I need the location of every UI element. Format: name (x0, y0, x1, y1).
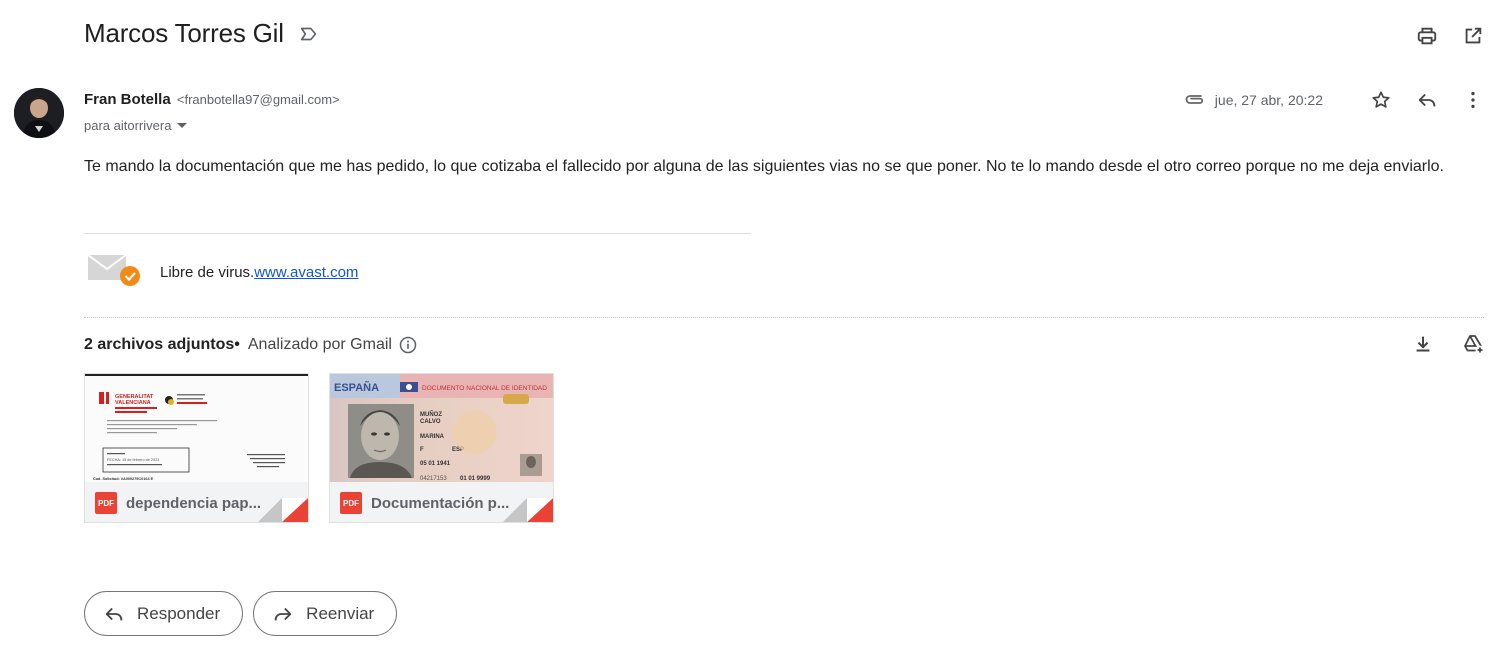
email-body: Te mando la documentación que me has ped… (84, 158, 1444, 175)
print-icon[interactable] (1415, 24, 1439, 48)
thumb-sex: F (420, 447, 424, 453)
attachments-scan-label: Analizado por Gmail (247, 336, 392, 353)
email-subject: Marcos Torres Gil (84, 18, 284, 48)
sender-email: <franbotella97@gmail.com> (176, 92, 340, 107)
sender-name[interactable]: Fran Botella (84, 91, 171, 108)
thumb-birth: 05 01 1941 (420, 461, 451, 467)
top-actions (1415, 24, 1485, 48)
avast-text: Libre de virus. (160, 264, 255, 281)
thumb-surname1: MUÑOZ (420, 411, 442, 418)
thumb-surname2: CALVO (420, 419, 441, 425)
download-icon[interactable] (1411, 332, 1435, 356)
attachments-divider (84, 317, 1484, 318)
signature-divider (84, 233, 751, 234)
star-icon[interactable] (1369, 88, 1393, 112)
attachments-header: 2 archivos adjuntos • Analizado por Gmai… (84, 335, 418, 355)
email-date[interactable]: jue, 27 abr, 20:22 (1215, 92, 1323, 108)
add-to-drive-icon[interactable] (1461, 332, 1485, 356)
attachments-count: 2 archivos adjuntos (84, 336, 235, 353)
attachment-thumbnail: ESPAÑA DOCUMENTO NACIONAL DE IDENTIDAD M… (330, 374, 553, 482)
attachment-card[interactable]: ESPAÑA DOCUMENTO NACIONAL DE IDENTIDAD M… (329, 373, 554, 523)
avast-mail-icon (87, 252, 143, 288)
attachment-thumbnail: GENERALITAT VALENCIANA FECHA: 15 de febr… (85, 374, 308, 482)
label-icon[interactable] (298, 23, 320, 45)
thumb-date: FECHA: 15 de febrero de 2023 (107, 458, 159, 462)
page-fold-icon (258, 498, 308, 522)
forward-button[interactable]: Reenviar (253, 591, 398, 636)
more-vert-icon[interactable] (1461, 88, 1485, 112)
subject-row: Marcos Torres Gil (84, 18, 320, 49)
thumb-footer: Cod. Solicitud: #A009275C0164 E (93, 477, 154, 481)
attachment-name: dependencia pap... (126, 494, 262, 512)
thumb-country: ESPAÑA (334, 381, 379, 394)
reply-buttons: Responder Reenviar (84, 591, 398, 636)
pdf-icon: PDF (340, 492, 362, 514)
paperclip-icon (1183, 88, 1207, 112)
recipient-row[interactable]: para aitorrivera (84, 118, 188, 133)
attachment-card[interactable]: GENERALITAT VALENCIANA FECHA: 15 de febr… (84, 373, 309, 523)
thumb-given: MARINA (420, 434, 445, 440)
info-icon[interactable] (398, 335, 418, 355)
forward-icon (274, 607, 292, 620)
open-new-window-icon[interactable] (1461, 24, 1485, 48)
avatar[interactable] (14, 88, 64, 138)
reply-button-label: Responder (137, 603, 221, 623)
meta-row: jue, 27 abr, 20:22 (1183, 88, 1485, 112)
avast-link[interactable]: www.avast.com (254, 264, 358, 281)
chevron-down-icon[interactable] (177, 123, 188, 128)
recipient-label: para aitorrivera (84, 118, 172, 133)
thumb-org2: VALENCIANA (115, 400, 151, 406)
avast-signature: Libre de virus.www.avast.com (160, 264, 358, 281)
sender-row: Fran Botella <franbotella97@gmail.com> (84, 91, 340, 108)
reply-icon[interactable] (1415, 88, 1439, 112)
thumb-doc-title: DOCUMENTO NACIONAL DE IDENTIDAD (422, 385, 547, 392)
reply-icon (105, 607, 123, 620)
attachments-separator: • (234, 336, 240, 353)
attachments-actions (1411, 332, 1485, 356)
page-fold-icon (503, 498, 553, 522)
reply-button[interactable]: Responder (84, 591, 244, 636)
forward-button-label: Reenviar (306, 603, 375, 623)
attachment-name: Documentación p... (371, 494, 510, 512)
pdf-icon: PDF (95, 492, 117, 514)
